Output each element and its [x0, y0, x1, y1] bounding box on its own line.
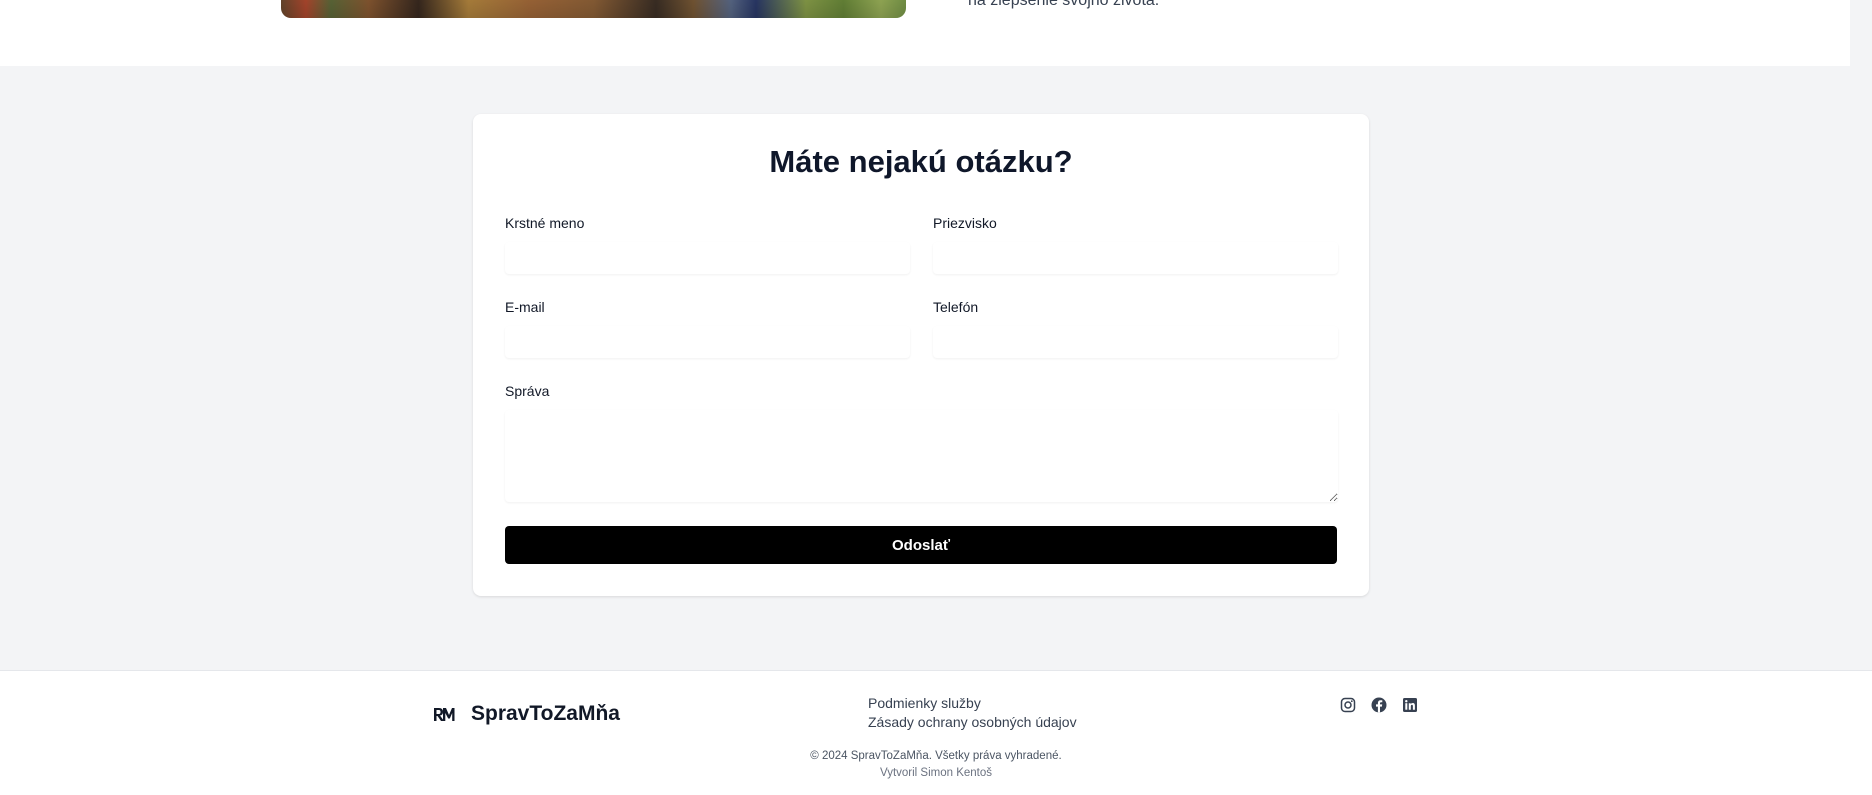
social-links	[1340, 697, 1418, 713]
message-label: Správa	[505, 383, 550, 399]
footer-logo[interactable]: SpravToZaMňa	[433, 702, 620, 726]
instagram-icon	[1340, 697, 1356, 713]
footer-links: Podmienky služby Zásady ochrany osobných…	[868, 695, 1077, 730]
hero-image	[281, 0, 906, 18]
section-text: na zlepšenie svojho života.	[968, 0, 1160, 9]
scrollbar-gutter	[1850, 0, 1872, 66]
instagram-link[interactable]	[1340, 697, 1356, 713]
privacy-link[interactable]: Zásady ochrany osobných údajov	[868, 714, 1077, 730]
contact-form-card: Máte nejakú otázku? Krstné meno Priezvis…	[473, 114, 1369, 596]
footer: SpravToZaMňa Podmienky služby Zásady och…	[0, 670, 1872, 795]
copyright-text: © 2024 SpravToZaMňa. Všetky práva vyhrad…	[810, 750, 1062, 762]
submit-button[interactable]: Odoslať	[505, 526, 1337, 564]
brand-name: SpravToZaMňa	[471, 702, 620, 725]
message-textarea[interactable]	[505, 410, 1338, 502]
top-section: na zlepšenie svojho života.	[0, 0, 1850, 66]
last-name-input[interactable]	[933, 242, 1338, 274]
first-name-label: Krstné meno	[505, 215, 585, 231]
phone-label: Telefón	[933, 299, 979, 315]
facebook-icon	[1371, 697, 1387, 713]
email-input[interactable]	[505, 326, 910, 358]
credit-text: Vytvoril Simon Kentoš	[879, 767, 993, 779]
terms-link[interactable]: Podmienky služby	[868, 695, 1077, 711]
phone-input[interactable]	[933, 326, 1338, 358]
first-name-input[interactable]	[505, 242, 910, 274]
linkedin-icon	[1403, 698, 1417, 712]
logo-icon	[434, 708, 455, 721]
email-label: E-mail	[505, 299, 545, 315]
facebook-link[interactable]	[1371, 697, 1387, 713]
linkedin-link[interactable]	[1402, 697, 1418, 713]
form-title: Máte nejakú otázku?	[769, 144, 1073, 179]
last-name-label: Priezvisko	[933, 215, 997, 231]
